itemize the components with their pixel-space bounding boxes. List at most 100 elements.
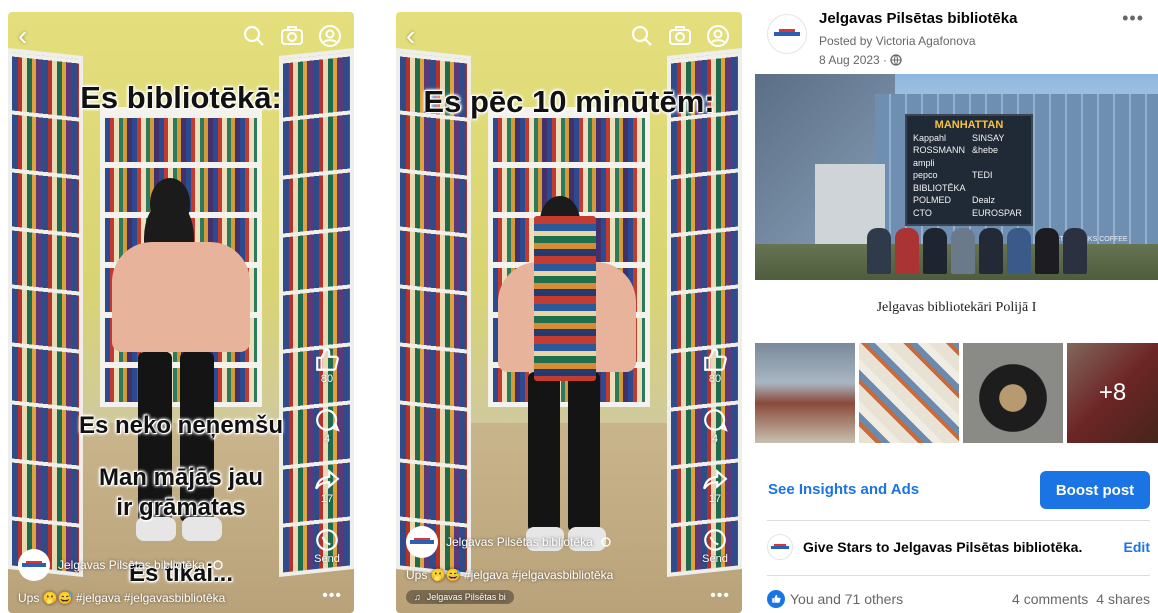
like-reaction-icon: [767, 590, 785, 608]
more-options-icon[interactable]: •••: [710, 587, 730, 605]
likes-count[interactable]: You and 71 others: [790, 591, 1012, 607]
group-of-librarians: [867, 228, 1087, 274]
music-pill[interactable]: ♫ Jelgavas Pilsētas bi: [406, 590, 514, 604]
comment-button[interactable]: 4: [702, 407, 728, 461]
more-options-icon[interactable]: •••: [1122, 8, 1144, 29]
see-insights-link[interactable]: See Insights and Ads: [768, 481, 919, 498]
library-logo-icon: [18, 549, 50, 581]
sign-item: BIBLIOTĒKA: [913, 182, 966, 193]
more-options-icon[interactable]: •••: [322, 587, 342, 605]
sign-item: [972, 158, 1025, 171]
search-icon[interactable]: [242, 24, 266, 48]
sign-item: ampli: [913, 157, 935, 168]
post-hero-photo[interactable]: MANHATTAN Kappahl SINSAY ROSSMANN &hebe am…: [755, 74, 1158, 280]
reel-caption: Ups 🫢😅 #jelgava #jelgavasbibliotēka: [406, 568, 614, 582]
posted-by: Posted by Victoria Agafonova: [819, 34, 976, 48]
like-button[interactable]: 80: [702, 347, 728, 401]
share-icon: [315, 468, 340, 490]
sign-item: &hebe: [972, 145, 999, 155]
post-date-text: 8 Aug 2023 ·: [819, 53, 888, 67]
verified-icon: [213, 560, 223, 570]
bookshelf-left: [396, 48, 471, 577]
album-title[interactable]: Jelgavas bibliotekāri Polijā I: [755, 300, 1158, 316]
more-photos-count: +8: [1067, 343, 1158, 443]
overlay-caption-top: Es bibliotēkā:: [80, 80, 282, 115]
share-button[interactable]: 17: [314, 467, 340, 521]
sign-item: Kappahl: [913, 132, 947, 143]
post-header: Jelgavas Pilsētas bibliotēka Posted by V…: [767, 8, 1150, 70]
back-icon[interactable]: ‹: [18, 22, 27, 50]
account-row[interactable]: Jelgavas Pilsētas bibliotēka: [18, 549, 344, 581]
divider: [767, 575, 1150, 576]
back-icon[interactable]: ‹: [406, 22, 415, 50]
share-count: 17: [320, 493, 334, 505]
like-button[interactable]: 80: [314, 347, 340, 401]
divider: [767, 520, 1150, 521]
comment-button[interactable]: 4: [314, 407, 340, 461]
music-note-icon: ♫: [414, 592, 421, 602]
comment-icon: [316, 409, 340, 432]
profile-icon[interactable]: [318, 24, 342, 48]
page-name[interactable]: Jelgavas Pilsētas bibliotēka: [819, 10, 1017, 27]
reel-top-bar: ‹: [18, 22, 342, 50]
photo-thumbnail-1[interactable]: [755, 343, 855, 443]
library-logo-icon: [406, 526, 438, 558]
post-actions: See Insights and Ads Boost post: [767, 470, 1150, 510]
sign-header: MANHATTAN: [934, 119, 1004, 131]
sign-item: EUROSPAR: [972, 207, 1022, 218]
music-label: Jelgavas Pilsētas bi: [426, 592, 506, 602]
reel-before[interactable]: Es bibliotēkā: Es neko neņemšu Man mājās…: [8, 12, 354, 613]
reel-caption: Ups 🫢😅 #jelgava #jelgavasbibliotēka: [18, 591, 226, 605]
sign-item: Dealz: [972, 195, 996, 205]
account-name: Jelgavas Pilsētas bibliotēka: [58, 558, 205, 572]
reel-after[interactable]: Es pēc 10 minūtēm: ‹ 80 4 17 Send Jelgav…: [396, 12, 742, 613]
search-icon[interactable]: [630, 24, 654, 48]
reel-info: Jelgavas Pilsētas bibliotēka Ups 🫢😅 #jel…: [406, 526, 732, 605]
reel-info: Jelgavas Pilsētas bibliotēka Ups 🫢😅 #jel…: [18, 549, 344, 605]
profile-icon[interactable]: [706, 24, 730, 48]
sign-item: pepco: [913, 170, 938, 180]
woman-holding-books: [492, 192, 642, 572]
overlay-line-3: ir grāmatas: [116, 494, 246, 521]
post-date[interactable]: 8 Aug 2023 ·: [819, 53, 902, 67]
like-count: 80: [708, 373, 722, 385]
facebook-post: Jelgavas Pilsētas bibliotēka Posted by V…: [755, 0, 1158, 613]
overlay-line-2: Man mājās jau: [98, 464, 264, 491]
reel-actions: 80 4 17 Send: [310, 347, 344, 581]
book-stack: [534, 216, 596, 381]
overlay-caption-top: Es pēc 10 minūtēm:: [423, 84, 715, 119]
account-name: Jelgavas Pilsētas bibliotēka: [446, 535, 593, 549]
camera-icon[interactable]: [280, 24, 304, 48]
sign-item: CTO: [913, 207, 932, 218]
boost-post-button[interactable]: Boost post: [1040, 471, 1150, 509]
sign-item: ROSSMANN: [913, 145, 966, 155]
share-icon: [703, 468, 728, 490]
photo-thumbnail-4[interactable]: +8: [1067, 343, 1158, 443]
photo-thumbnail-3[interactable]: [963, 343, 1063, 443]
camera-icon[interactable]: [668, 24, 692, 48]
comments-count[interactable]: 4 comments: [1012, 591, 1088, 607]
comment-count: 4: [711, 433, 719, 445]
photo-thumbnail-2[interactable]: [859, 343, 959, 443]
reel-top-bar: ‹: [406, 22, 730, 50]
library-logo-icon: [767, 534, 793, 560]
page-avatar[interactable]: [767, 14, 807, 54]
comment-icon: [704, 409, 728, 432]
photo-thumbnails: +8: [755, 343, 1158, 443]
mall-sign: MANHATTAN Kappahl SINSAY ROSSMANN &hebe am…: [905, 114, 1033, 226]
sign-item: POLMED: [913, 195, 952, 205]
verified-icon: [601, 537, 611, 547]
like-count: 80: [320, 373, 334, 385]
sign-item: [972, 183, 1025, 196]
globe-icon: [890, 54, 902, 66]
account-row[interactable]: Jelgavas Pilsētas bibliotēka: [406, 526, 732, 558]
stars-row: Give Stars to Jelgavas Pilsētas bibliotē…: [767, 530, 1150, 564]
sign-item: TEDI: [972, 170, 993, 180]
shares-count[interactable]: 4 shares: [1096, 591, 1150, 607]
edit-link[interactable]: Edit: [1124, 539, 1150, 555]
thumbs-up-icon: [316, 348, 339, 371]
library-logo-icon: [774, 29, 800, 36]
sign-item: SINSAY: [972, 132, 1005, 143]
share-button[interactable]: 17: [702, 467, 728, 521]
overlay-line-1: Es neko neņemšu: [78, 412, 284, 439]
